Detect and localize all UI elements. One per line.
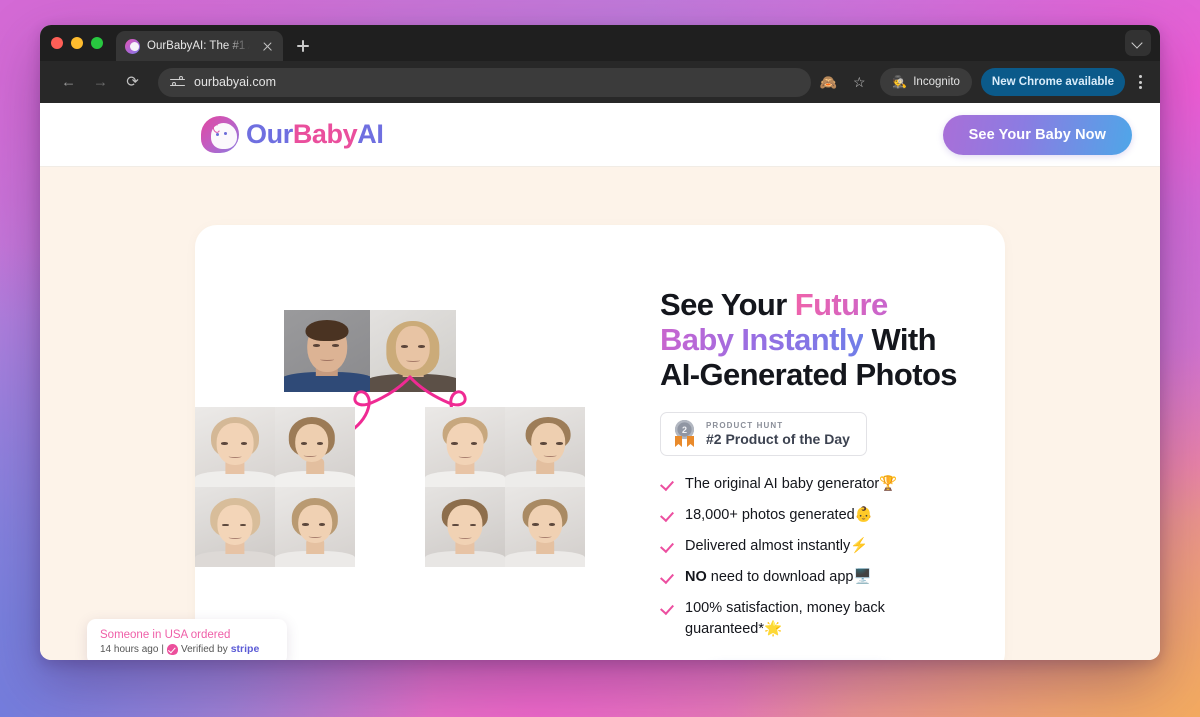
list-item: The original AI baby generator🏆 bbox=[660, 474, 910, 495]
feature-text: Delivered almost instantly bbox=[685, 538, 851, 555]
product-hunt-title: #2 Product of the Day bbox=[706, 430, 850, 447]
address-bar[interactable]: ourbabyai.com bbox=[158, 67, 812, 97]
feature-list: The original AI baby generator🏆 18,000+ … bbox=[660, 474, 959, 640]
star-icon[interactable]: ☆ bbox=[845, 68, 873, 96]
feature-emoji: ⚡ bbox=[850, 538, 869, 555]
toast-title: Someone in USA ordered bbox=[100, 629, 231, 641]
product-hunt-label: PRODUCT HUNT bbox=[706, 421, 784, 431]
brand-word-ai: AI bbox=[357, 119, 384, 149]
feature-text: 100% satisfaction, money back guaranteed… bbox=[685, 600, 885, 638]
browser-window: OurBabyAI: The #1 AI Baby Ph ← → ⟳ ourba… bbox=[40, 25, 1160, 660]
baby-photo bbox=[195, 407, 275, 487]
window-minimize-button[interactable] bbox=[71, 37, 83, 49]
tab-title: OurBabyAI: The #1 AI Baby Ph bbox=[147, 40, 253, 52]
baby-photo bbox=[275, 487, 355, 567]
page-viewport: OurBabyAI See Your Baby Now Someone in U… bbox=[40, 103, 1160, 660]
medal-icon: 2 bbox=[672, 420, 697, 448]
chrome-update-button[interactable]: New Chrome available bbox=[980, 68, 1125, 96]
browser-tab-strip: OurBabyAI: The #1 AI Baby Ph bbox=[40, 25, 1160, 61]
incognito-label: Incognito bbox=[913, 76, 960, 88]
list-item: Delivered almost instantly⚡ bbox=[660, 536, 910, 557]
feature-emoji: 🌟 bbox=[764, 621, 783, 638]
generated-boy-photos bbox=[425, 407, 585, 567]
toast-time: 14 hours ago bbox=[100, 643, 159, 655]
feature-bold-prefix: NO bbox=[685, 569, 707, 586]
close-icon[interactable] bbox=[260, 39, 275, 54]
toast-processor: stripe bbox=[230, 643, 260, 655]
reload-icon[interactable]: ⟳ bbox=[118, 68, 147, 97]
window-close-button[interactable] bbox=[51, 37, 63, 49]
brand-word-our: Our bbox=[246, 119, 293, 149]
plus-icon[interactable] bbox=[290, 33, 316, 59]
baby-photo bbox=[275, 407, 355, 487]
check-icon bbox=[660, 509, 674, 523]
toast-verified-text: Verified by bbox=[181, 643, 228, 655]
baby-photo bbox=[425, 407, 505, 487]
browser-tab[interactable]: OurBabyAI: The #1 AI Baby Ph bbox=[116, 31, 283, 61]
back-arrow-icon[interactable]: ← bbox=[54, 68, 83, 97]
product-hunt-badge[interactable]: 2 PRODUCT HUNT #2 Product of the Day bbox=[660, 412, 867, 457]
feature-emoji: 👶 bbox=[854, 507, 873, 524]
verified-shield-icon bbox=[167, 643, 178, 655]
ourbabyai-favicon-icon bbox=[125, 38, 140, 54]
list-item: NO need to download app🖥️ bbox=[660, 567, 910, 588]
social-proof-toast: Someone in USA ordered 14 hours ago | Ve… bbox=[87, 619, 287, 660]
ourbabyai-logo-icon bbox=[201, 116, 239, 153]
feature-text: The original AI baby generator bbox=[685, 476, 880, 493]
page-title: See Your Future Baby Instantly With AI-G… bbox=[660, 287, 959, 392]
chevron-down-icon[interactable] bbox=[1125, 30, 1151, 56]
feature-text: 18,000+ photos generated bbox=[685, 507, 855, 524]
eye-slash-icon[interactable]: 🙈 bbox=[814, 68, 842, 96]
feature-text: need to download app bbox=[706, 569, 854, 586]
window-traffic-lights bbox=[51, 25, 116, 61]
feature-emoji: 🏆 bbox=[879, 476, 898, 493]
window-maximize-button[interactable] bbox=[91, 37, 103, 49]
tune-icon[interactable] bbox=[170, 75, 185, 90]
list-item: 100% satisfaction, money back guaranteed… bbox=[660, 598, 910, 640]
generated-girl-photos bbox=[195, 407, 355, 567]
hero-copy: See Your Future Baby Instantly With AI-G… bbox=[620, 225, 1005, 660]
check-icon bbox=[660, 540, 674, 554]
incognito-hat-icon: 🕵 bbox=[892, 75, 908, 89]
forward-arrow-icon[interactable]: → bbox=[86, 68, 115, 97]
check-icon bbox=[660, 602, 674, 616]
feature-emoji: 🖥️ bbox=[853, 569, 872, 586]
hero-card: Someone in USA ordered 14 hours ago | Ve… bbox=[87, 225, 1005, 660]
baby-photo bbox=[195, 487, 275, 567]
incognito-indicator[interactable]: 🕵 Incognito bbox=[880, 68, 972, 96]
baby-photo bbox=[505, 487, 585, 567]
brand-word-baby: Baby bbox=[292, 119, 358, 149]
baby-photo bbox=[425, 487, 505, 567]
chrome-update-label: New Chrome available bbox=[991, 76, 1114, 88]
headline-part-1: See Your bbox=[660, 287, 795, 322]
kebab-menu-icon[interactable] bbox=[1129, 68, 1151, 96]
toast-separator: | bbox=[161, 643, 164, 655]
header-see-your-baby-now-button[interactable]: See Your Baby Now bbox=[942, 114, 1132, 155]
check-icon bbox=[660, 478, 674, 492]
browser-toolbar: ← → ⟳ ourbabyai.com 🙈 ☆ 🕵 Incognito New … bbox=[40, 61, 1160, 103]
brand-logo[interactable]: OurBabyAI bbox=[201, 116, 384, 153]
baby-photo bbox=[505, 407, 585, 487]
site-header: OurBabyAI See Your Baby Now bbox=[40, 103, 1160, 167]
address-bar-url: ourbabyai.com bbox=[194, 75, 276, 89]
hero-collage: Someone in USA ordered 14 hours ago | Ve… bbox=[87, 225, 620, 660]
check-icon bbox=[660, 571, 674, 585]
brand-wordmark: OurBabyAI bbox=[246, 119, 384, 149]
toast-subtitle: 14 hours ago | Verified by stripe bbox=[100, 643, 274, 655]
list-item: 18,000+ photos generated👶 bbox=[660, 505, 910, 526]
